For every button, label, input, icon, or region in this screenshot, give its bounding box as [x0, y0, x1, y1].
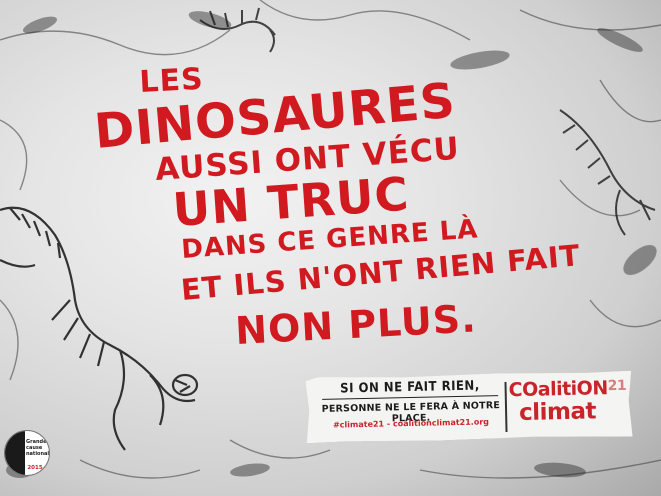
badge-year: 2015: [27, 465, 43, 471]
logo-number: 21: [607, 377, 627, 395]
badge-text: Grande cause nationale: [26, 439, 50, 457]
slogan-top: SI ON NE FAIT RIEN,: [321, 378, 499, 400]
logo-line-1: COalitiON21: [508, 377, 626, 401]
poster: LES DINOSAURES AUSSI ONT VÉCU UN TRUC DA…: [0, 0, 661, 496]
grande-cause-nationale-badge: Grande cause nationale 2015: [4, 430, 50, 476]
logo-word-climat: climat: [518, 398, 597, 427]
headline-line-7: NON PLUS.: [234, 296, 477, 353]
coalition-climat-21-logo: COalitiON21 climat: [508, 377, 626, 435]
